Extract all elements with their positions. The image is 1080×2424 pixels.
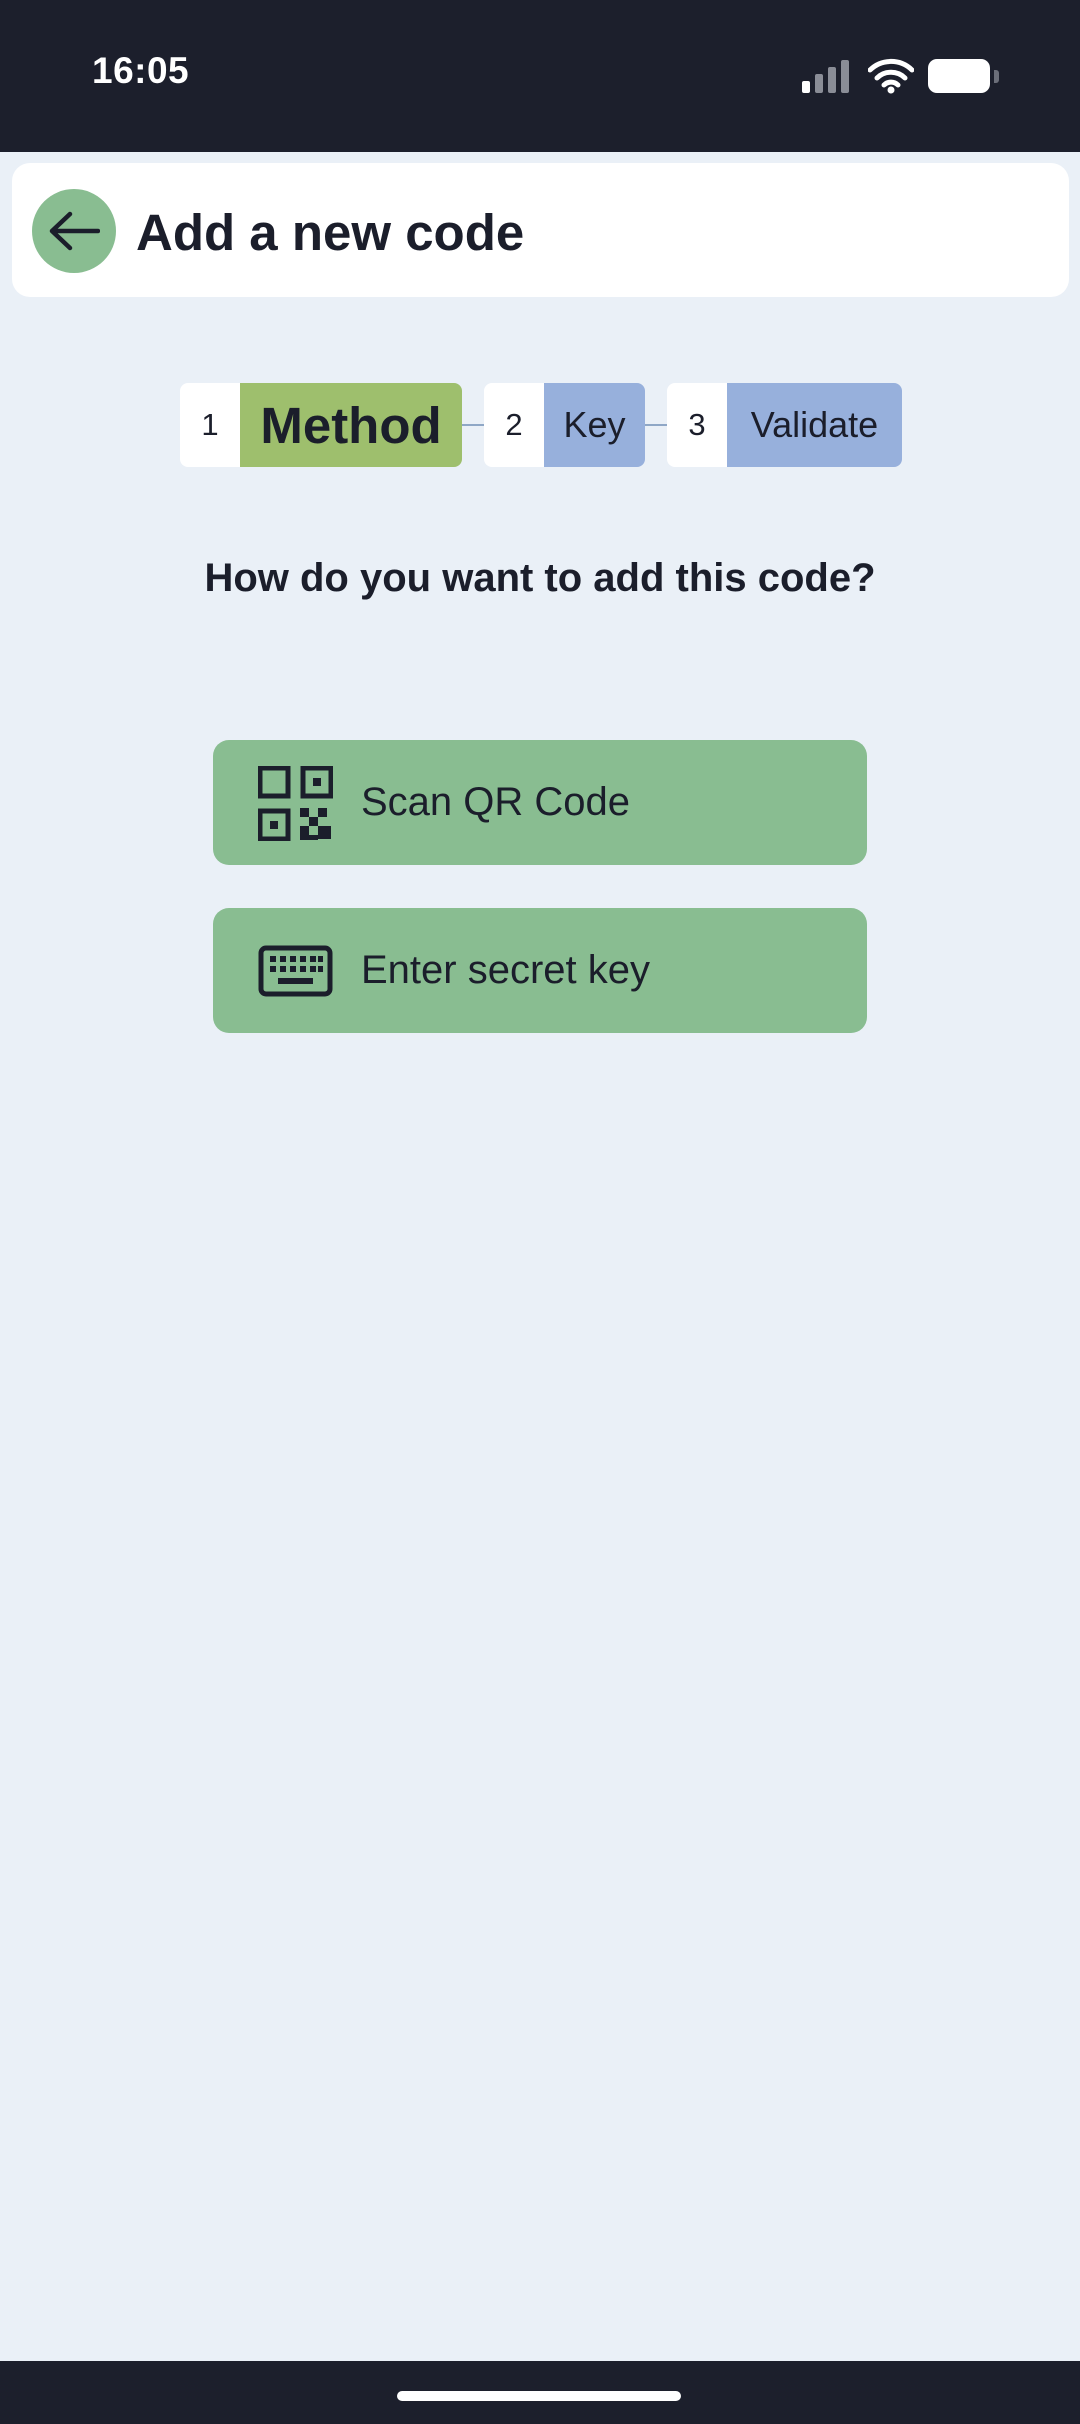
qr-code-icon (258, 766, 333, 841)
enter-secret-key-button[interactable]: Enter secret key (213, 908, 867, 1033)
keyboard-icon (258, 945, 333, 997)
app-header: Add a new code (12, 163, 1069, 297)
back-button[interactable] (32, 189, 116, 273)
option-label: Enter secret key (361, 948, 651, 992)
step-connector (462, 424, 484, 426)
step-number: 3 (667, 383, 727, 467)
home-indicator[interactable] (397, 2391, 681, 2401)
status-bar: 16:05 (0, 0, 1080, 152)
battery-icon (928, 59, 999, 93)
step-label: Key (544, 383, 645, 467)
status-icons (802, 56, 999, 96)
arrow-left-icon (49, 211, 100, 251)
stepper: 1 Method 2 Key 3 Validate (180, 383, 902, 467)
step-label: Validate (727, 383, 902, 467)
cellular-signal-icon (802, 59, 850, 93)
step-validate: 3 Validate (667, 383, 902, 467)
step-number: 2 (484, 383, 544, 467)
status-time: 16:05 (92, 50, 190, 91)
step-label: Method (240, 383, 462, 467)
wifi-icon (868, 58, 914, 94)
step-key: 2 Key (484, 383, 645, 467)
step-method: 1 Method (180, 383, 462, 467)
option-label: Scan QR Code (361, 780, 631, 824)
page-title: Add a new code (136, 204, 525, 261)
system-nav-bar (0, 2361, 1080, 2424)
scan-qr-code-button[interactable]: Scan QR Code (213, 740, 867, 865)
method-question: How do you want to add this code? (204, 556, 876, 600)
step-number: 1 (180, 383, 240, 467)
step-connector (645, 424, 667, 426)
